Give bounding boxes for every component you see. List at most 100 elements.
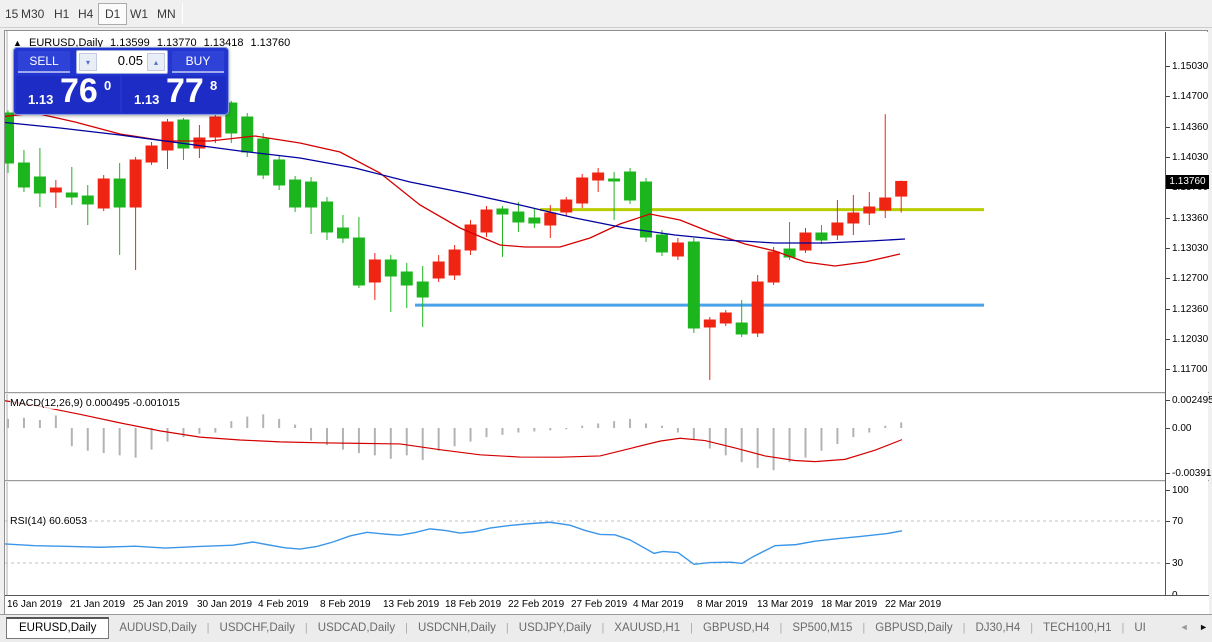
candle-body — [130, 160, 141, 207]
timeframe-w1[interactable]: W1 — [126, 5, 152, 23]
candle-body — [848, 213, 859, 223]
tab-tech100-h1[interactable]: TECH100,H1 — [1033, 618, 1121, 637]
date-label: 25 Jan 2019 — [133, 599, 188, 610]
buy-button[interactable]: BUY — [172, 51, 224, 73]
candle-body — [577, 178, 588, 203]
tab-gbpusd-h4[interactable]: GBPUSD,H4 — [693, 618, 779, 637]
macd-histogram — [8, 414, 901, 470]
candle-body — [625, 172, 636, 200]
candle-body — [162, 122, 173, 150]
tab-dj30-h4[interactable]: DJ30,H4 — [965, 618, 1030, 637]
tab-ui[interactable]: UI — [1124, 618, 1156, 637]
buy-price-box[interactable]: 1.13 77 8 — [122, 76, 226, 113]
rsi-line — [5, 522, 902, 564]
buy-price-big: 77 — [166, 72, 204, 111]
tab-eurusd-daily[interactable]: EURUSD,Daily — [6, 617, 109, 639]
tab-usdcad-daily[interactable]: USDCAD,Daily — [308, 618, 405, 637]
candle-body — [768, 252, 779, 282]
sell-button[interactable]: SELL — [18, 51, 70, 73]
candle-body — [688, 242, 699, 328]
chart-tabs: EURUSD,DailyAUDUSD,Daily|USDCHF,Daily|US… — [6, 617, 1156, 639]
candle-body — [242, 117, 253, 152]
date-label: 8 Mar 2019 — [697, 599, 748, 610]
timeframe-d1[interactable]: D1 — [98, 3, 127, 25]
price-tick: 1.14030 — [1172, 152, 1208, 163]
candle-body — [704, 320, 715, 327]
date-label: 18 Mar 2019 — [821, 599, 877, 610]
candle-body — [816, 233, 827, 240]
tab-usdjpy-daily[interactable]: USDJPY,Daily — [509, 618, 602, 637]
candle-body — [66, 193, 77, 197]
sell-price-small: 1.13 — [28, 92, 53, 107]
tab-sp500-m15[interactable]: SP500,M15 — [782, 618, 862, 637]
volume-value[interactable]: 0.05 — [118, 53, 143, 68]
candle-body — [896, 181, 907, 196]
date-label: 22 Feb 2019 — [508, 599, 564, 610]
current-price-tag: 1.13760 — [1166, 175, 1209, 189]
tab-scroll-right-icon[interactable]: ► — [1199, 622, 1208, 632]
candle-body — [322, 202, 333, 232]
candle-body — [98, 179, 109, 208]
sell-price-sup: 0 — [104, 78, 111, 93]
date-label: 22 Mar 2019 — [885, 599, 941, 610]
candle-body — [465, 225, 476, 250]
candle-body — [609, 179, 620, 181]
rsi-tick: 100 — [1172, 485, 1189, 496]
candle-body — [880, 198, 891, 210]
date-label: 16 Jan 2019 — [7, 599, 62, 610]
mt4-terminal: 15M30H1H4D1W1MN ▲ EURUSD,Daily 1.13599 1… — [0, 0, 1212, 642]
time-axis[interactable]: 16 Jan 201921 Jan 201925 Jan 201930 Jan … — [5, 595, 1209, 614]
tab-xauusd-h1[interactable]: XAUUSD,H1 — [604, 618, 690, 637]
candle-body — [433, 262, 444, 278]
tab-gbpusd-daily[interactable]: GBPUSD,Daily — [865, 618, 962, 637]
tab-usdcnh-daily[interactable]: USDCNH,Daily — [408, 618, 506, 637]
tab-scroll-left-icon[interactable]: ◄ — [1180, 622, 1189, 632]
timeframe-h1[interactable]: H1 — [50, 5, 73, 23]
one-click-trade-panel: SELL ▾ 0.05 ▴ BUY 1.13 76 0 1.13 77 8 — [13, 47, 229, 115]
sell-price-box[interactable]: 1.13 76 0 — [16, 76, 120, 113]
candle-body — [864, 207, 875, 213]
candle-body — [369, 260, 380, 282]
tab-audusd-daily[interactable]: AUDUSD,Daily — [109, 618, 206, 637]
chart-window: ▲ EURUSD,Daily 1.13599 1.13770 1.13418 1… — [4, 30, 1208, 614]
timeframe-m30[interactable]: M30 — [17, 5, 48, 23]
price-tick: 1.14360 — [1172, 122, 1208, 133]
candle-body — [417, 282, 428, 297]
candle-body — [337, 228, 348, 238]
candle-body — [290, 180, 301, 207]
price-tick: 1.13030 — [1172, 243, 1208, 254]
candle-body — [114, 179, 125, 207]
rsi-label: RSI(14) 60.6053 — [10, 515, 87, 527]
timeframe-mn[interactable]: MN — [153, 5, 180, 23]
tab-usdchf-daily[interactable]: USDCHF,Daily — [210, 618, 305, 637]
candle-body — [497, 209, 508, 214]
timeframe-toolbar: 15M30H1H4D1W1MN — [0, 0, 1212, 28]
date-label: 30 Jan 2019 — [197, 599, 252, 610]
macd-label: MACD(12,26,9) 0.000495 -0.001015 — [10, 397, 180, 409]
tab-scroll-controls: ◄ ► — [1172, 622, 1208, 632]
candle-body — [274, 160, 285, 185]
rsi-pane[interactable] — [5, 481, 1165, 594]
candle-body — [752, 282, 763, 333]
price-tick: 1.12360 — [1172, 304, 1208, 315]
macd-tick: -0.003919 — [1172, 468, 1212, 479]
date-label: 8 Feb 2019 — [320, 599, 371, 610]
timeframe-h4[interactable]: H4 — [74, 5, 97, 23]
price-axis[interactable]: 1.150301.147001.143601.140301.137001.133… — [1165, 32, 1208, 595]
candle-body — [800, 233, 811, 250]
candle-body — [353, 238, 364, 285]
price-tick: 1.12030 — [1172, 334, 1208, 345]
candle-body — [34, 177, 45, 193]
quote-close: 1.13760 — [251, 37, 291, 49]
volume-decrease-icon[interactable]: ▾ — [79, 53, 97, 71]
buy-price-small: 1.13 — [134, 92, 159, 107]
candle-body — [18, 163, 29, 187]
rsi-tick: 30 — [1172, 558, 1183, 569]
rsi-tick: 70 — [1172, 516, 1183, 527]
candle-body — [258, 139, 269, 175]
buy-price-sup: 8 — [210, 78, 217, 93]
volume-increase-icon[interactable]: ▴ — [147, 53, 165, 71]
toolbar-divider — [182, 3, 183, 24]
date-label: 4 Mar 2019 — [633, 599, 684, 610]
candle-body — [641, 182, 652, 237]
